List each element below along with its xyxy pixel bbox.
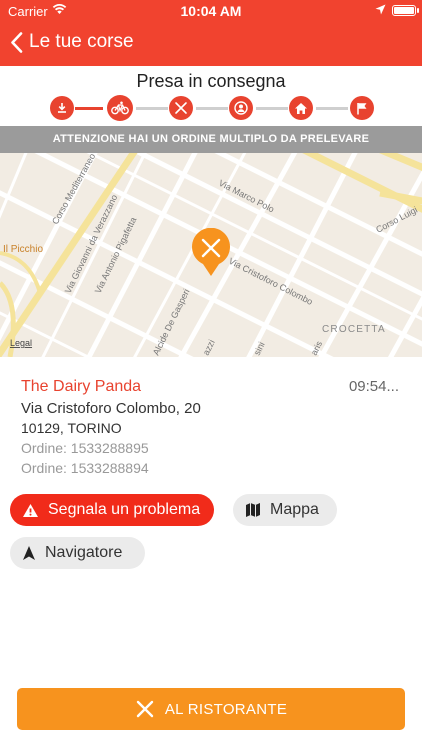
map-poi-label: Il Picchio (3, 244, 43, 255)
restaurant-city: 10129, TORINO (21, 420, 122, 436)
progress-line (136, 107, 168, 110)
location-arrow-icon (375, 3, 386, 18)
navigator-button[interactable]: Navigatore (10, 537, 145, 569)
map-button[interactable]: Mappa (233, 494, 337, 526)
pickup-details: The Dairy Panda 09:54... Via Cristoforo … (21, 378, 401, 476)
multiple-order-banner: ATTENZIONE HAI UN ORDINE MULTIPLO DA PRE… (0, 126, 422, 153)
progress-line (316, 107, 348, 110)
map-label: azzi (201, 338, 217, 357)
navigator-label: Navigatore (45, 544, 123, 561)
bicycle-icon (111, 101, 129, 115)
status-time: 10:04 AM (180, 3, 242, 19)
step-home (289, 96, 313, 120)
map-label: Corso Luigi (374, 205, 419, 235)
top-bar: Carrier 10:04 AM Le tue corse (0, 0, 422, 66)
restaurant-name: The Dairy Panda (21, 378, 142, 395)
restaurant-address: Via Cristoforo Colombo, 20 (21, 400, 201, 417)
restaurant-map-pin[interactable] (190, 227, 232, 278)
map-district-label: CROCETTA (322, 324, 386, 335)
eta-time: 09:54... (348, 378, 399, 395)
map-label: Mappa (270, 501, 319, 518)
back-label: Le tue corse (29, 31, 134, 52)
download-icon (58, 103, 66, 113)
fork-knife-icon (136, 700, 154, 718)
flag-icon (357, 102, 367, 114)
step-finish (350, 96, 374, 120)
fork-knife-icon (175, 102, 187, 114)
battery-icon (392, 5, 419, 16)
warning-icon (23, 503, 38, 517)
report-problem-button[interactable]: Segnala un problema (10, 494, 215, 526)
status-bar: Carrier 10:04 AM (0, 0, 422, 22)
map-icon (246, 503, 260, 517)
progress-line (196, 107, 228, 110)
progress-steps (0, 95, 422, 124)
order-number: Ordine: 1533288895 (21, 440, 149, 456)
back-button[interactable]: Le tue corse (10, 31, 134, 53)
chevron-left-icon (11, 31, 23, 53)
step-customer (229, 96, 253, 120)
map-legal-link[interactable]: Legal (10, 338, 32, 348)
user-icon (234, 101, 248, 115)
navigation-arrow-icon (23, 546, 35, 560)
step-pickup (107, 95, 133, 121)
go-to-restaurant-button[interactable]: AL RISTORANTE (17, 688, 405, 730)
go-to-restaurant-label: AL RISTORANTE (164, 700, 288, 718)
progress-line (75, 107, 103, 110)
report-problem-label: Segnala un problema (48, 501, 201, 518)
progress-line (256, 107, 288, 110)
home-icon (295, 102, 307, 114)
order-number: Ordine: 1533288894 (21, 460, 149, 476)
step-restaurant (169, 96, 193, 120)
step-download (50, 96, 74, 120)
page-title: Presa in consegna (136, 71, 286, 91)
